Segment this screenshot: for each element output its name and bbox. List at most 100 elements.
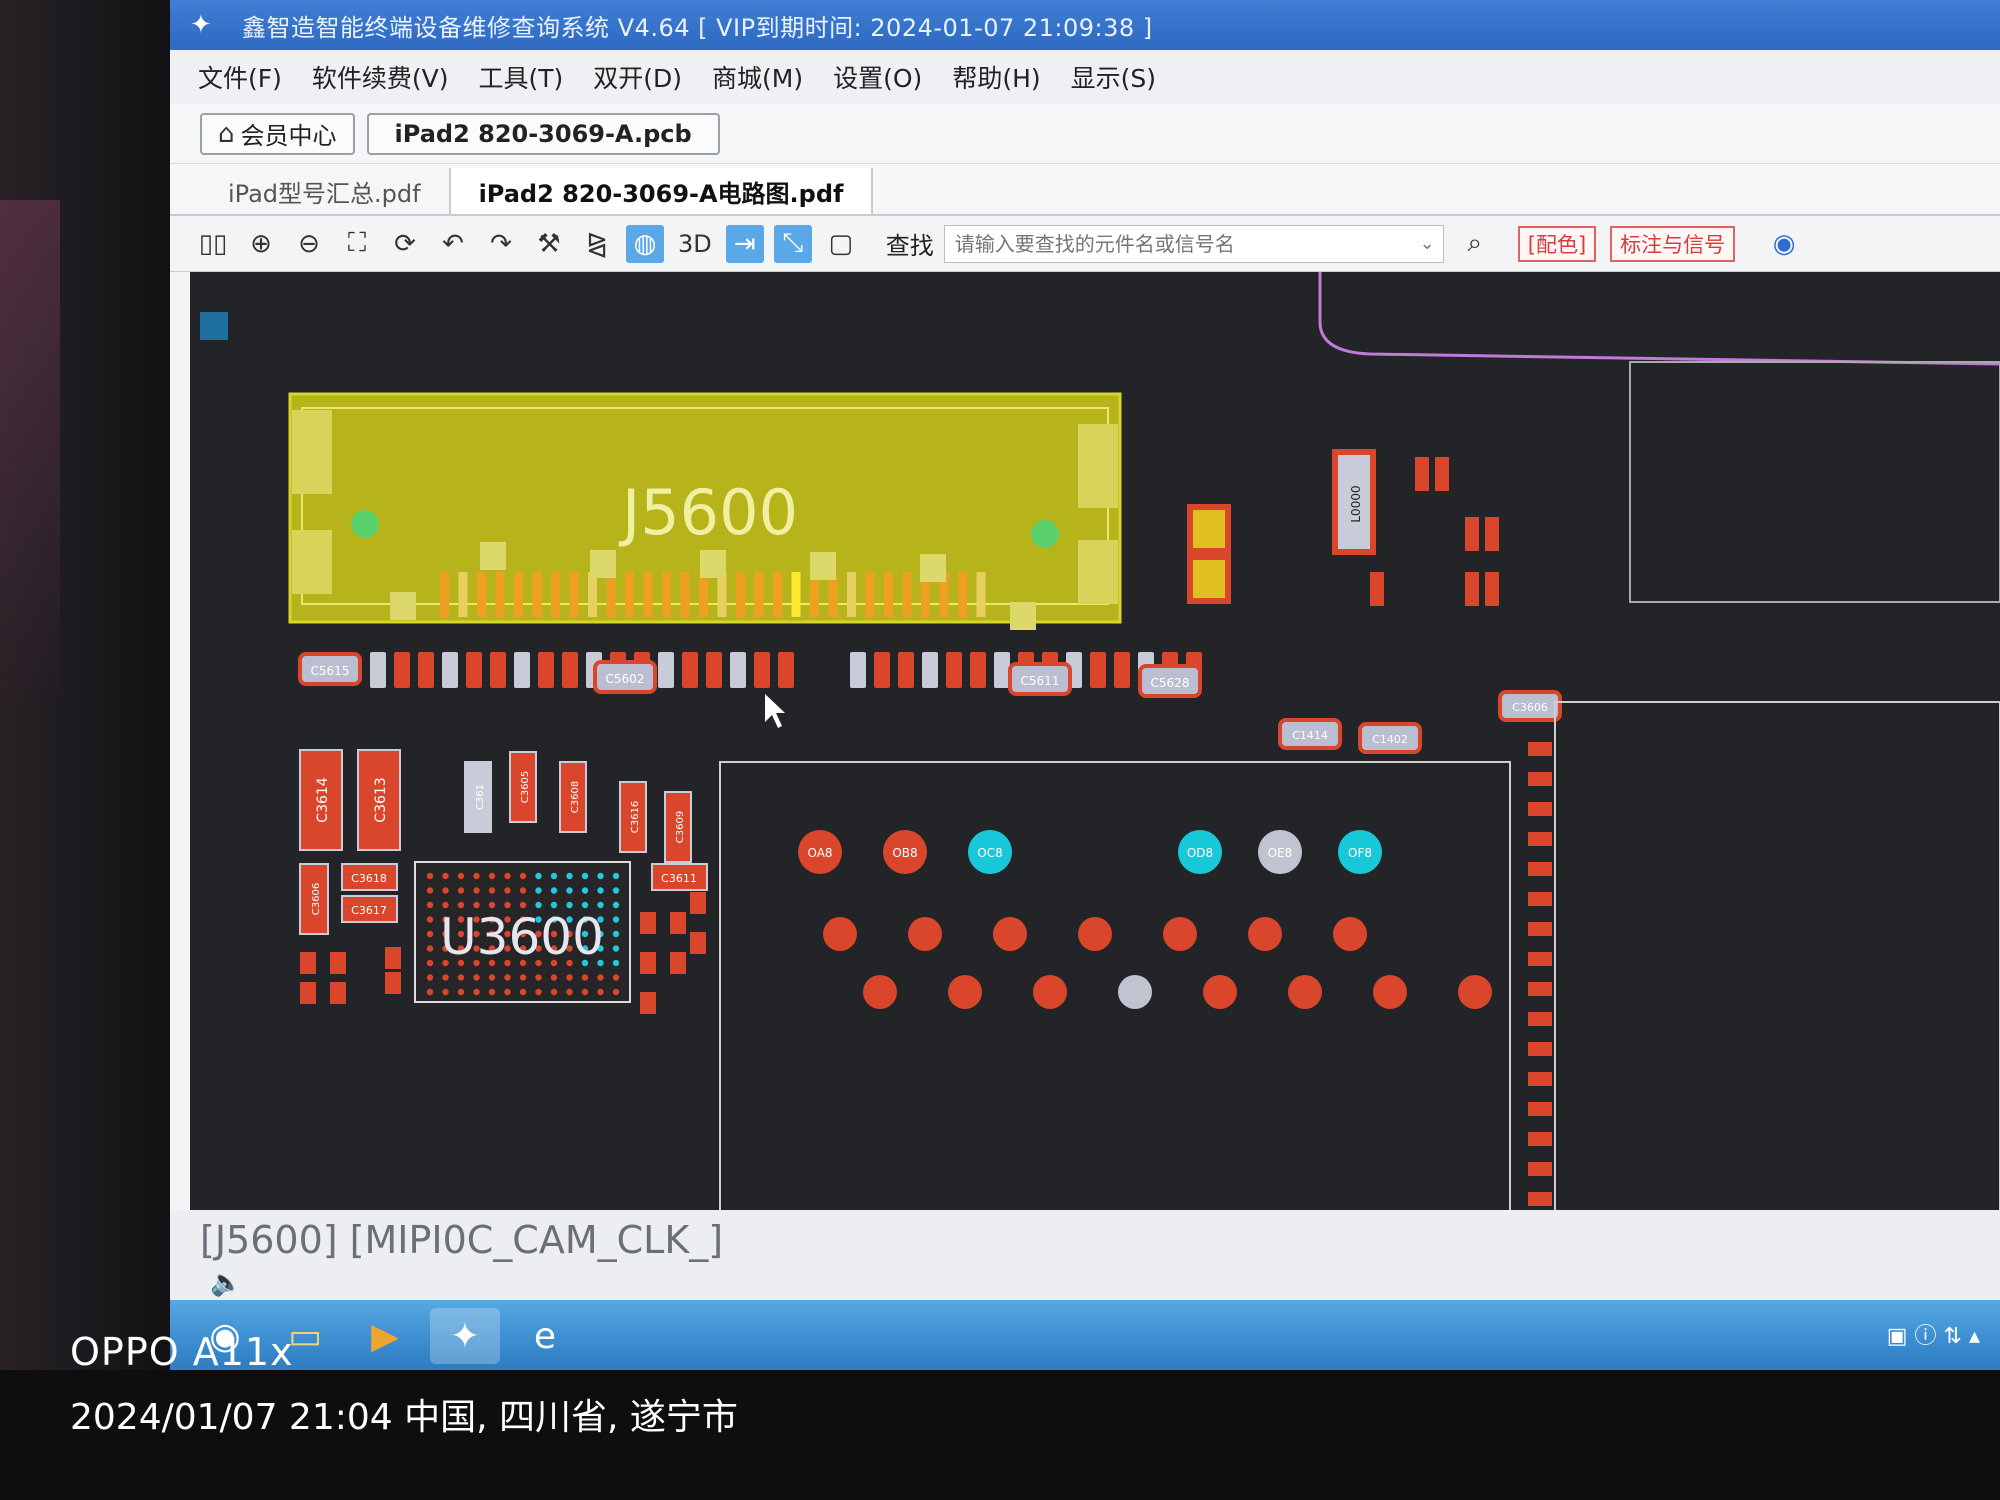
connector-pin xyxy=(902,572,912,617)
mouse-icon[interactable]: ▢ xyxy=(822,225,860,263)
doc-tab-models-summary[interactable]: iPad型号汇总.pdf xyxy=(200,168,451,214)
connector-pin xyxy=(662,572,671,617)
component-label: C3617 xyxy=(351,904,387,917)
shield-outline-right xyxy=(1554,701,2000,1210)
pad-label: OA8 xyxy=(807,846,832,860)
system-tray: ▣ ⓘ ⇅ ▴ xyxy=(1886,1324,1980,1349)
smd-component xyxy=(330,952,346,974)
member-center-tab[interactable]: ⌂ 会员中心 xyxy=(200,112,355,155)
refresh-icon[interactable]: ⟳ xyxy=(386,225,424,263)
chip-ball xyxy=(566,974,573,981)
chip-ball xyxy=(504,887,511,894)
search-icon[interactable]: ⌕ xyxy=(1456,225,1494,263)
chip-ball xyxy=(535,887,542,894)
component-label: C3608 xyxy=(570,781,581,813)
chip-ball xyxy=(550,887,558,894)
chip-ball xyxy=(535,988,542,996)
monitor-bezel-left xyxy=(0,0,185,1500)
app-taskbar-icon[interactable]: ✦ xyxy=(430,1308,500,1364)
smd-component xyxy=(706,652,722,688)
component-label: C3614 xyxy=(315,777,331,822)
internet-explorer-icon[interactable]: e xyxy=(510,1308,580,1364)
chip-ball xyxy=(597,872,604,880)
menu-tools[interactable]: 工具(T) xyxy=(479,59,564,95)
search-box: ⌄ xyxy=(943,224,1444,263)
chip-ball xyxy=(612,930,620,938)
mirror-icon[interactable]: ⧎ xyxy=(578,225,616,263)
paint-icon[interactable]: ⚒ xyxy=(530,225,568,263)
menu-help[interactable]: 帮助(H) xyxy=(952,59,1040,95)
rotate-right-icon[interactable]: ↷ xyxy=(482,225,520,263)
rotate-left-icon[interactable]: ↶ xyxy=(434,225,472,263)
chip-ball xyxy=(519,872,527,880)
smd-component xyxy=(1415,457,1429,491)
menu-settings[interactable]: 设置(O) xyxy=(833,59,922,95)
menu-file[interactable]: 文件(F) xyxy=(198,59,282,95)
connector-pin xyxy=(847,572,856,617)
component-label: C3606 xyxy=(311,883,322,915)
chip-ball xyxy=(426,887,434,894)
menu-mall[interactable]: 商城(M) xyxy=(712,59,803,95)
component-label: C5611 xyxy=(1021,674,1060,688)
pad-label: OF8 xyxy=(1348,846,1372,860)
connector-pad xyxy=(480,542,506,570)
three-d-button[interactable]: 3D xyxy=(674,225,716,263)
connector-pad xyxy=(920,554,946,582)
connector-pin xyxy=(495,572,505,617)
smd-component xyxy=(1528,1072,1552,1086)
smd-component xyxy=(1465,572,1479,606)
menu-dual-open[interactable]: 双开(D) xyxy=(593,59,682,95)
eye-icon[interactable]: ◉ xyxy=(1765,225,1803,263)
smd-component xyxy=(922,652,938,688)
chip-ball xyxy=(612,945,620,952)
smd-component xyxy=(754,652,770,688)
media-player-icon[interactable]: ▶ xyxy=(350,1308,420,1364)
pad-label: OD8 xyxy=(1187,846,1213,860)
chevron-down-icon[interactable]: ⌄ xyxy=(1420,233,1435,254)
connector-pin xyxy=(958,572,967,617)
menu-display[interactable]: 显示(S) xyxy=(1071,59,1156,95)
chip-label: U3600 xyxy=(440,908,604,966)
smd-component xyxy=(658,652,674,688)
connector-pin xyxy=(791,572,801,617)
smd-component xyxy=(1187,554,1231,604)
component-label: L0000 xyxy=(1349,485,1363,522)
zoom-out-icon[interactable]: ⊖ xyxy=(290,225,328,263)
smd-component xyxy=(300,952,316,974)
pcb-canvas[interactable]: J5600 L0000 C1414 C1402 C3606 C5615 C5602 C56… xyxy=(190,272,2000,1210)
color-scheme-button[interactable]: [配色] xyxy=(1517,225,1597,262)
smd-component xyxy=(1528,772,1552,786)
layer-icon[interactable]: ◍ xyxy=(626,224,664,263)
measure-icon[interactable]: ⤡ xyxy=(773,224,812,263)
bga-pad xyxy=(948,975,982,1009)
chip-ball xyxy=(612,901,620,909)
toolbar: ▯▯ ⊕ ⊖ ⛶ ⟳ ↶ ↷ ⚒ ⧎ ◍ 3D ⇥ ⤡ ▢ 查找 ⌄ ⌕ [配色… xyxy=(170,216,2000,272)
menu-renew[interactable]: 软件续费(V) xyxy=(312,59,449,95)
smd-component xyxy=(1528,1042,1552,1056)
chip-ball xyxy=(457,988,465,996)
component-label: C361 xyxy=(475,784,486,810)
split-view-icon[interactable]: ▯▯ xyxy=(194,225,232,263)
smd-component xyxy=(1528,1162,1552,1176)
net-highlight-icon[interactable]: ⇥ xyxy=(725,224,764,263)
smd-component xyxy=(1528,742,1552,756)
chip-ball xyxy=(566,872,573,880)
smd-component xyxy=(1114,652,1130,688)
component-label: C3618 xyxy=(351,872,387,885)
camera-watermark-model: OPPO A11x xyxy=(70,1330,294,1374)
connector-pin xyxy=(588,572,597,617)
speaker-icon[interactable]: 🔈 xyxy=(210,1268,242,1298)
zoom-in-icon[interactable]: ⊕ xyxy=(242,225,280,263)
doc-tab-schematic[interactable]: iPad2 820-3069-A电路图.pdf xyxy=(450,168,874,214)
selection-status: [J5600] [MIPI0C_CAM_CLK_] xyxy=(200,1218,724,1262)
smd-component xyxy=(1528,1102,1552,1116)
search-input[interactable] xyxy=(952,230,1420,257)
pcb-file-tab[interactable]: iPad2 820-3069-A.pcb xyxy=(366,112,720,155)
chip-ball xyxy=(442,988,449,996)
mark-signal-button[interactable]: 标注与信号 xyxy=(1610,225,1736,262)
chip-ball xyxy=(612,988,620,996)
smd-component xyxy=(370,652,386,688)
mount-pad xyxy=(1078,424,1118,508)
chip-ball xyxy=(457,872,465,880)
fit-view-icon[interactable]: ⛶ xyxy=(338,225,376,263)
